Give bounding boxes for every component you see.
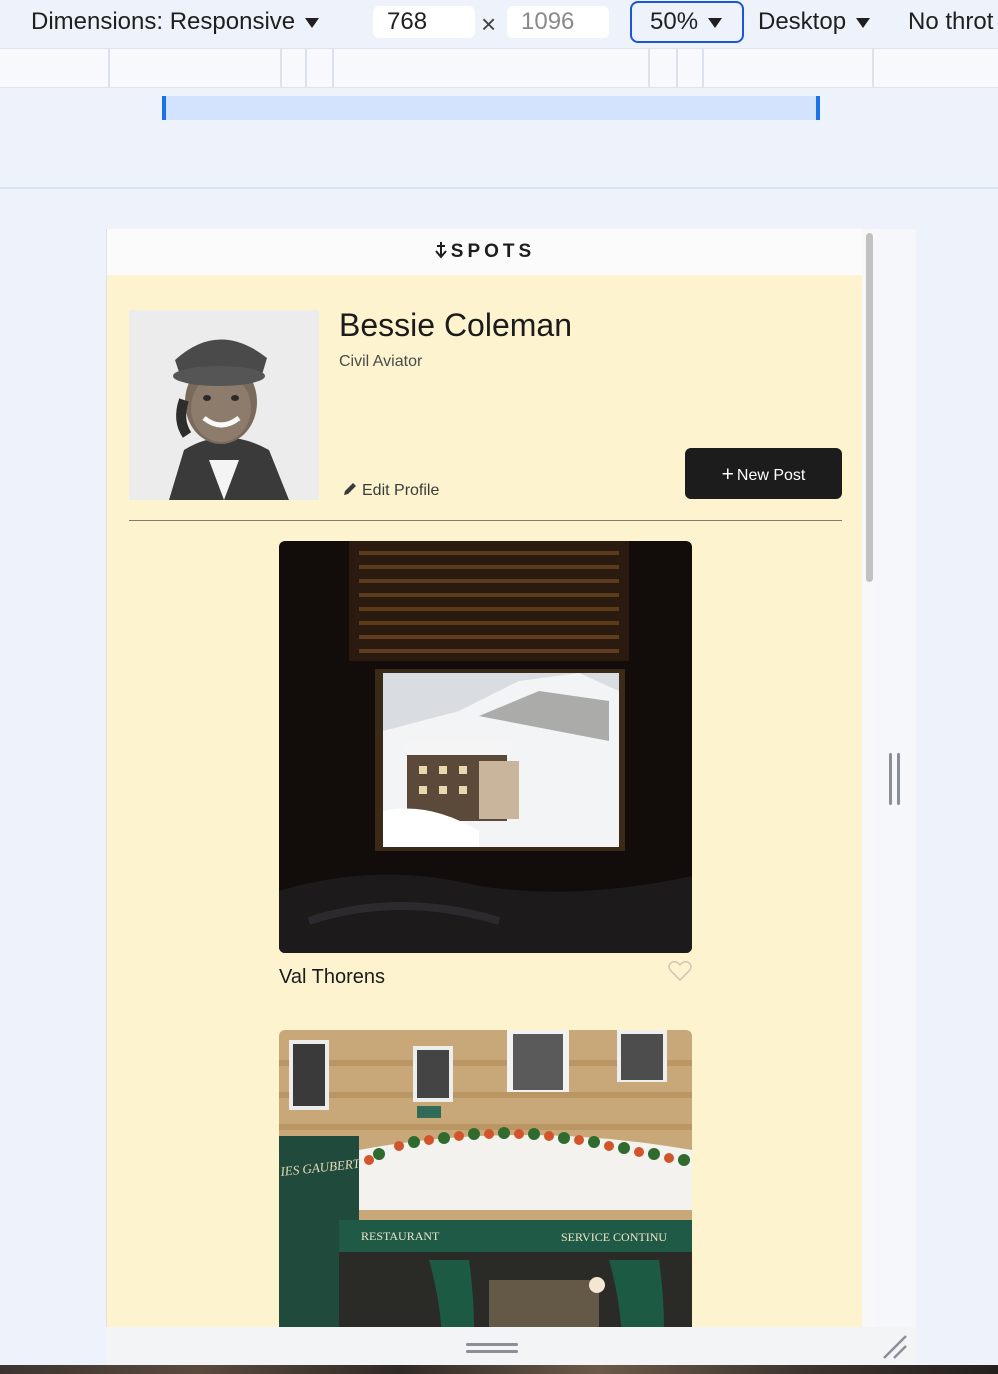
ruler-divider bbox=[0, 187, 998, 189]
media-query-marker[interactable] bbox=[332, 49, 334, 87]
profile-avatar bbox=[129, 310, 319, 500]
new-post-button[interactable]: + New Post bbox=[685, 448, 842, 499]
val-thorens-photo bbox=[279, 541, 692, 953]
profile-name: Bessie Coleman bbox=[339, 307, 572, 343]
chevron-down-icon bbox=[856, 17, 871, 28]
restaurant-sign-right: SERVICE CONTINU bbox=[561, 1230, 667, 1244]
logo-text: SPOTS bbox=[450, 241, 536, 262]
width-range-bar[interactable] bbox=[162, 96, 820, 120]
plus-icon: + bbox=[721, 463, 734, 486]
viewport-scrollbar-thumb[interactable] bbox=[866, 233, 873, 582]
chevron-down-icon bbox=[305, 17, 320, 28]
width-resize-handle[interactable] bbox=[889, 753, 901, 805]
zoom-dropdown[interactable]: 50% bbox=[630, 1, 744, 43]
spots-logo-icon bbox=[435, 242, 447, 259]
device-label: Desktop bbox=[758, 8, 847, 35]
height-input[interactable]: 1096 bbox=[507, 6, 609, 38]
edit-profile-button[interactable]: Edit Profile bbox=[343, 482, 439, 500]
like-button[interactable] bbox=[668, 960, 692, 987]
corner-resize-icon[interactable] bbox=[880, 1332, 908, 1360]
resize-grip-icon bbox=[883, 1335, 907, 1359]
desktop-background-strip bbox=[0, 1365, 998, 1374]
card-title: Val Thorens bbox=[279, 966, 385, 988]
card-image[interactable] bbox=[279, 541, 692, 953]
media-query-marker[interactable] bbox=[108, 49, 110, 87]
media-query-marker[interactable] bbox=[872, 49, 874, 87]
restaurant-sign-left: RESTAURANT bbox=[361, 1229, 440, 1243]
times-icon: × bbox=[481, 9, 497, 39]
media-query-marker[interactable] bbox=[702, 49, 704, 87]
restaurant-photo: RESTAURANT SERVICE CONTINU IES GAUBERT bbox=[279, 1030, 692, 1327]
card-image[interactable]: RESTAURANT SERVICE CONTINU IES GAUBERT bbox=[279, 1030, 692, 1327]
chevron-down-icon bbox=[708, 17, 723, 28]
throttle-label: No throt bbox=[908, 8, 994, 35]
edit-profile-label: Edit Profile bbox=[362, 482, 440, 499]
media-query-bar[interactable] bbox=[0, 48, 998, 88]
throttle-dropdown[interactable]: No throt bbox=[908, 4, 993, 40]
avatar-image bbox=[129, 310, 319, 500]
zoom-label: 50% bbox=[650, 8, 699, 35]
site-header: SPOTS bbox=[107, 229, 863, 275]
profile-divider bbox=[129, 520, 842, 521]
device-type-dropdown[interactable]: Desktop bbox=[758, 4, 871, 40]
media-query-marker[interactable] bbox=[305, 49, 307, 87]
dimensions-dropdown[interactable]: Dimensions: Responsive bbox=[31, 4, 320, 40]
media-query-marker[interactable] bbox=[676, 49, 678, 87]
device-viewport: SPOTS Bessie Coleman Civil Aviator Edit … bbox=[106, 229, 863, 1327]
media-query-marker[interactable] bbox=[648, 49, 650, 87]
new-post-label: New Post bbox=[736, 467, 806, 484]
width-input[interactable]: 768 bbox=[373, 6, 475, 38]
profile-role: Civil Aviator bbox=[339, 353, 423, 370]
spots-logo[interactable]: SPOTS bbox=[435, 241, 535, 262]
height-resize-handle[interactable] bbox=[466, 1343, 518, 1353]
heart-icon bbox=[668, 960, 692, 981]
devtools-toolbar: Dimensions: Responsive 768 × 1096 50% De… bbox=[0, 0, 998, 46]
pencil-icon bbox=[344, 483, 356, 495]
media-query-marker[interactable] bbox=[280, 49, 282, 87]
dimensions-label: Dimensions: Responsive bbox=[31, 8, 296, 35]
